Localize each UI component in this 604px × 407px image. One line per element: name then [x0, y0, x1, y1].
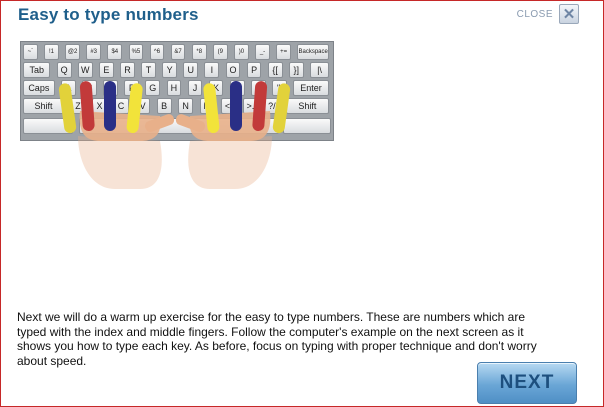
keyboard-key: J	[187, 80, 203, 96]
keyboard-key: +=	[276, 44, 291, 60]
space-bar-key	[79, 118, 279, 134]
keyboard-key: $4	[107, 44, 123, 60]
keyboard-key: A	[60, 80, 76, 96]
keyboard-key: "'	[272, 80, 287, 96]
close-label: CLOSE	[516, 8, 553, 20]
keyboard-key: Enter	[293, 80, 329, 96]
keyboard-key: Caps	[23, 80, 55, 96]
lesson-title: Easy to type numbers	[18, 5, 199, 24]
keyboard-key: %5	[128, 44, 144, 60]
next-button[interactable]: NEXT	[477, 362, 577, 404]
keyboard-key: Q	[56, 62, 72, 78]
keyboard-key: K	[208, 80, 224, 96]
keyboard-key: ~`	[23, 44, 38, 60]
keyboard-key: U	[183, 62, 199, 78]
keyboard-key: )0	[234, 44, 249, 60]
keyboard-key: Shift	[23, 98, 64, 114]
keyboard-key: Backspace	[297, 44, 329, 60]
close-x-icon[interactable]: ✕	[559, 4, 579, 24]
keyboard-key: D	[103, 80, 118, 96]
keyboard-key: Shift	[285, 98, 329, 114]
keyboard-key: <,	[221, 98, 237, 114]
keyboard-key: !1	[44, 44, 59, 60]
right-palm	[188, 136, 272, 189]
keyboard-key: X	[91, 98, 108, 114]
keyboard-key: Z	[70, 98, 86, 114]
keyboard-key: B	[156, 98, 172, 114]
keyboard-key: |\	[310, 62, 329, 78]
instructions-text: Next we will do a warm up exercise for t…	[17, 310, 537, 368]
keyboard-key: M	[199, 98, 215, 114]
keyboard-key: {[	[267, 62, 283, 78]
keyboard-key: Tab	[23, 62, 51, 78]
keyboard-key: C	[113, 98, 129, 114]
keyboard-key: >.	[242, 98, 258, 114]
keyboard-key	[23, 118, 73, 134]
keyboard-key: I	[204, 62, 220, 78]
keyboard-key: Y	[162, 62, 178, 78]
left-palm	[78, 136, 162, 189]
keyboard-key: @2	[65, 44, 80, 60]
keyboard-key	[283, 118, 331, 134]
keyboard-key: W	[77, 62, 93, 78]
keyboard-key: #3	[86, 44, 102, 60]
keyboard-key: N	[178, 98, 194, 114]
keyboard-key: &7	[170, 44, 186, 60]
keyboard-key: _-	[255, 44, 270, 60]
keyboard-key: L	[229, 80, 245, 96]
keyboard-key: E	[98, 62, 114, 78]
keyboard-key: V	[135, 98, 151, 114]
close-button[interactable]: CLOSE ✕	[517, 4, 579, 24]
lesson-dialog: Easy to type numbers CLOSE ✕ ~` !1 @2 #3 $4%…	[0, 0, 604, 407]
keyboard: ~` !1 @2 #3 $4 %5 ^6 &7 *8 (9 )0 _- += Backspace Tab Q W…	[20, 41, 334, 141]
keyboard-key: *8	[191, 44, 207, 60]
keyboard-key: ^6	[149, 44, 165, 60]
keyboard-key: }]	[288, 62, 304, 78]
keyboard-key: ?/	[264, 98, 280, 114]
keyboard-key: G	[145, 80, 161, 96]
keyboard-key: R	[120, 62, 135, 78]
keyboard-key: :;	[250, 80, 266, 96]
keyboard-key: P	[246, 62, 262, 78]
keyboard-key: O	[225, 62, 241, 78]
keyboard-key: T	[141, 62, 156, 78]
keyboard-illustration: ~` !1 @2 #3 $4 %5 ^6 &7 *8 (9 )0 _- += Backspace Tab Q W…	[20, 41, 334, 189]
keyboard-key: H	[166, 80, 182, 96]
keyboard-key: F	[124, 80, 140, 96]
keyboard-key: (9	[212, 44, 228, 60]
keyboard-key: S	[82, 80, 97, 96]
